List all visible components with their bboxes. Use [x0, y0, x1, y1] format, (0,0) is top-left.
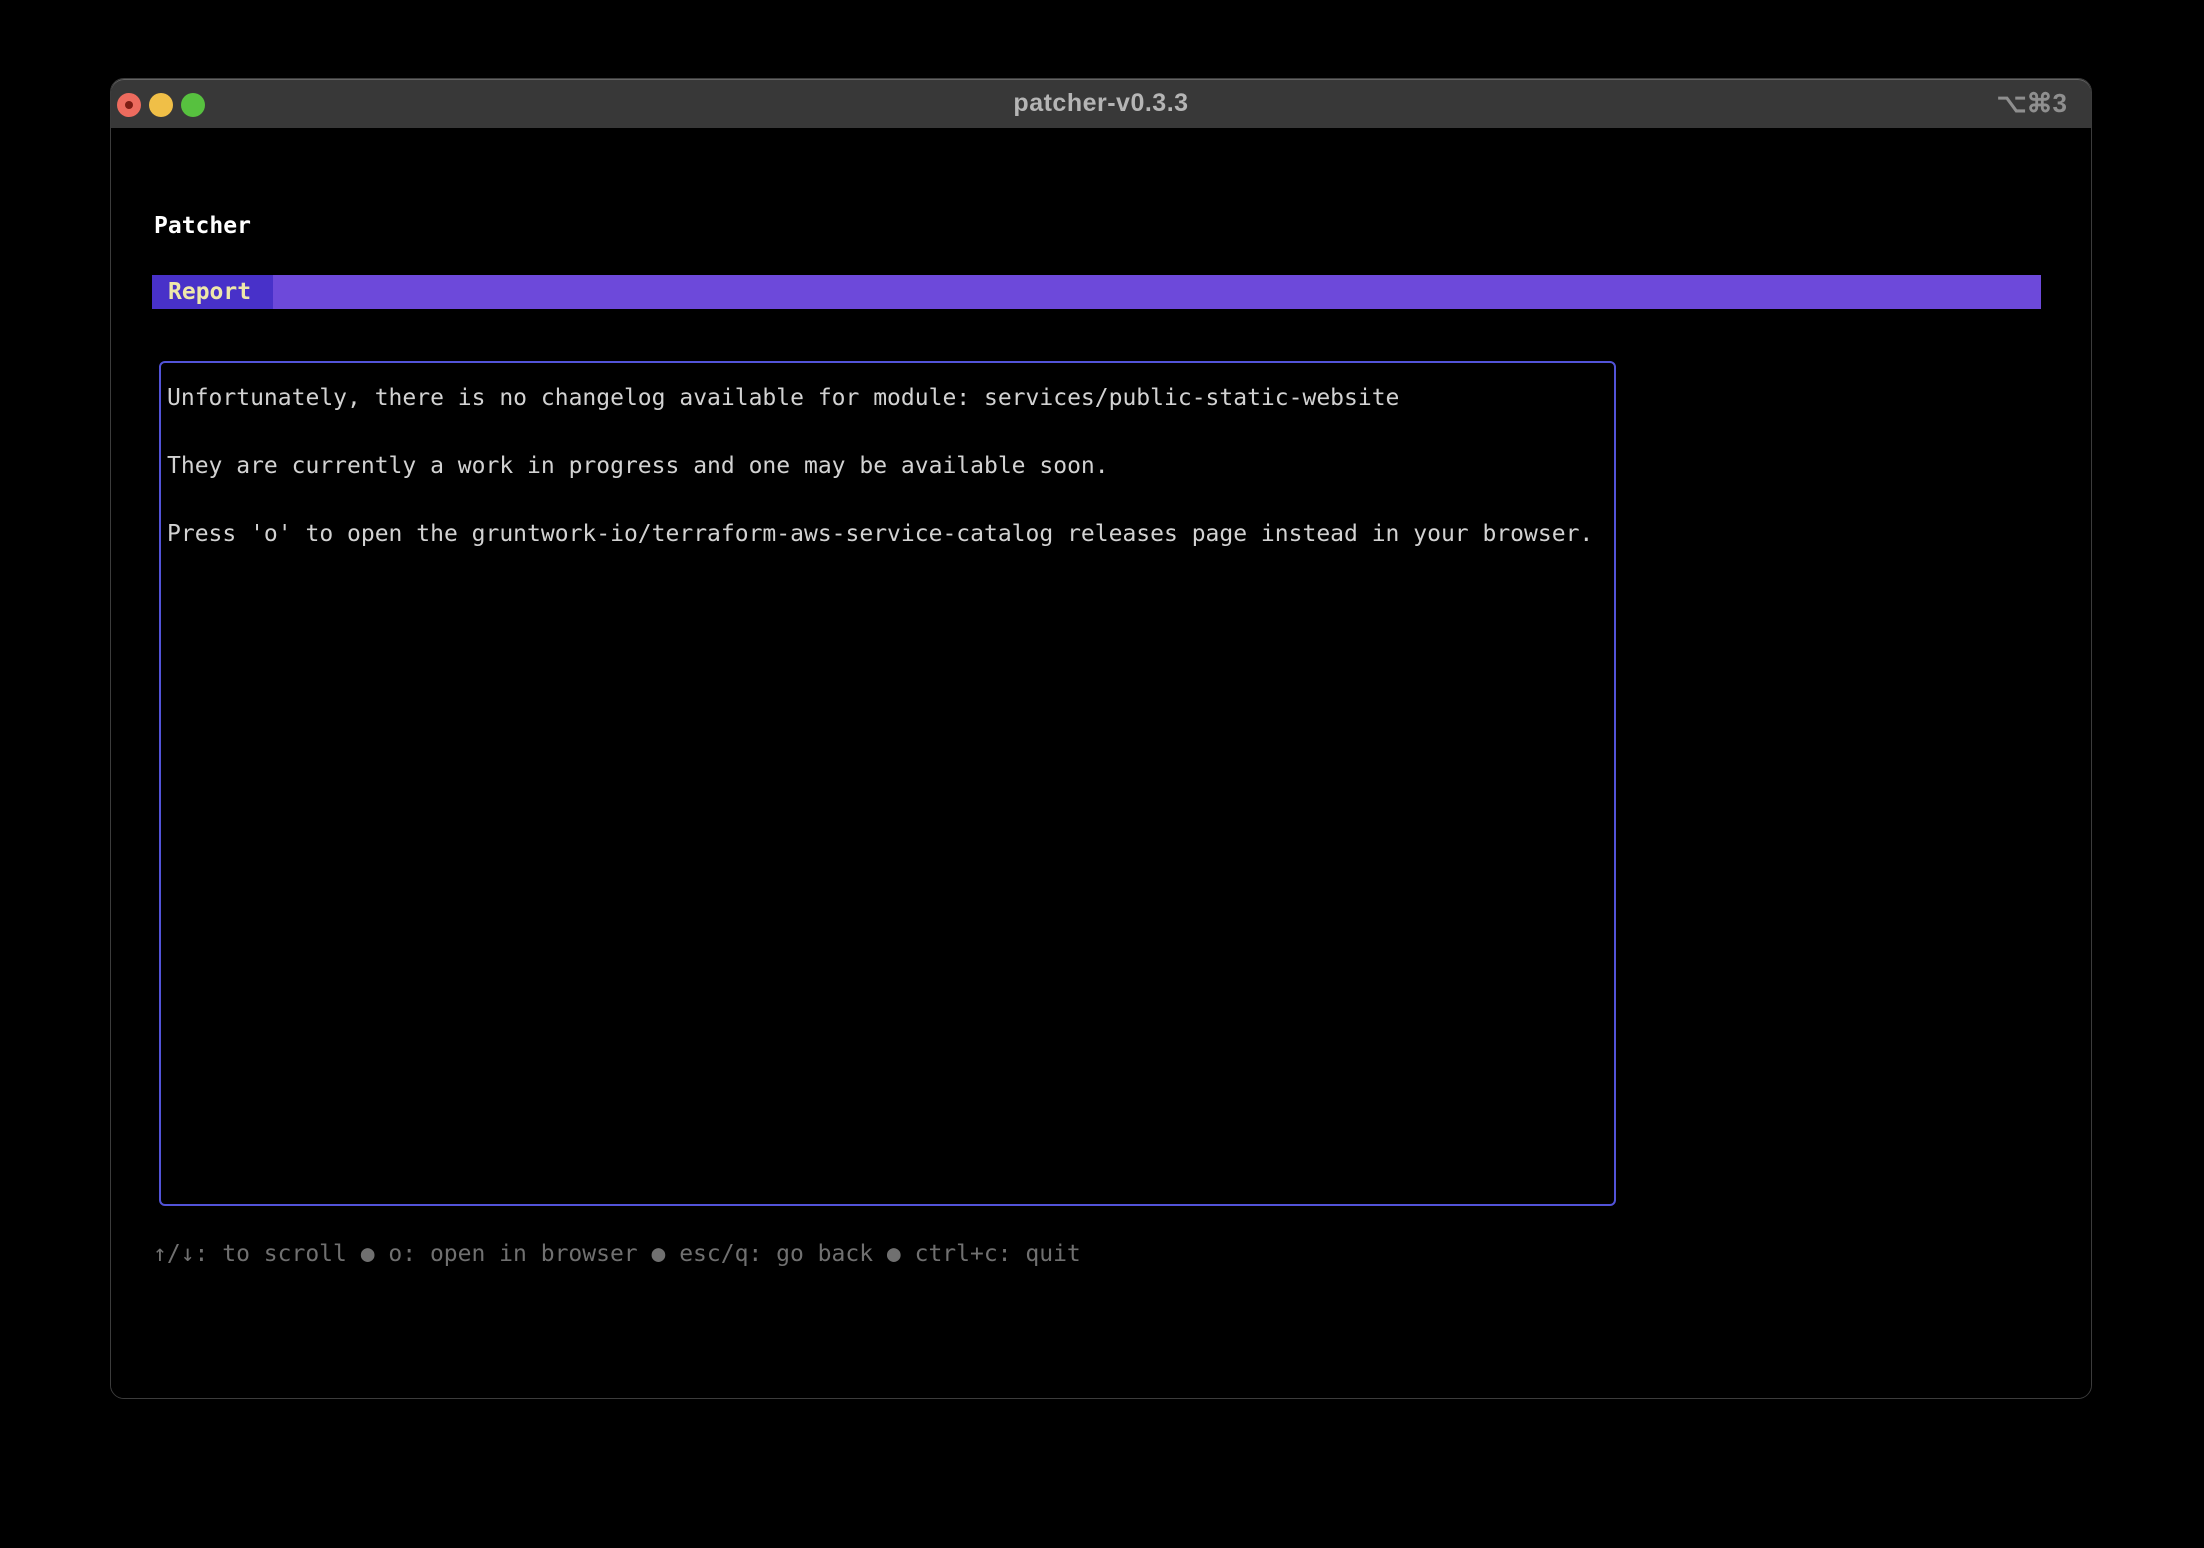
window-titlebar: patcher-v0.3.3 ⌥⌘3 — [111, 79, 2091, 128]
tab-bar: Report — [152, 275, 2041, 309]
report-message-line: Press 'o' to open the gruntwork-io/terra… — [167, 517, 1606, 551]
keyboard-shortcut-indicator: ⌥⌘3 — [1997, 79, 2067, 128]
report-message-line: They are currently a work in progress an… — [167, 449, 1606, 483]
window-title: patcher-v0.3.3 — [111, 79, 2091, 128]
report-message-line: Unfortunately, there is no changelog ava… — [167, 381, 1606, 415]
terminal-content: Patcher Report Unfortunately, there is n… — [111, 128, 2091, 1398]
help-keybindings: ↑/↓: to scroll ● o: open in browser ● es… — [153, 1237, 1081, 1271]
app-heading: Patcher — [154, 211, 251, 241]
terminal-window: patcher-v0.3.3 ⌥⌘3 Patcher Report Unfort… — [110, 78, 2092, 1399]
tab-report[interactable]: Report — [152, 275, 273, 309]
report-viewport[interactable]: Unfortunately, there is no changelog ava… — [159, 361, 1616, 1206]
